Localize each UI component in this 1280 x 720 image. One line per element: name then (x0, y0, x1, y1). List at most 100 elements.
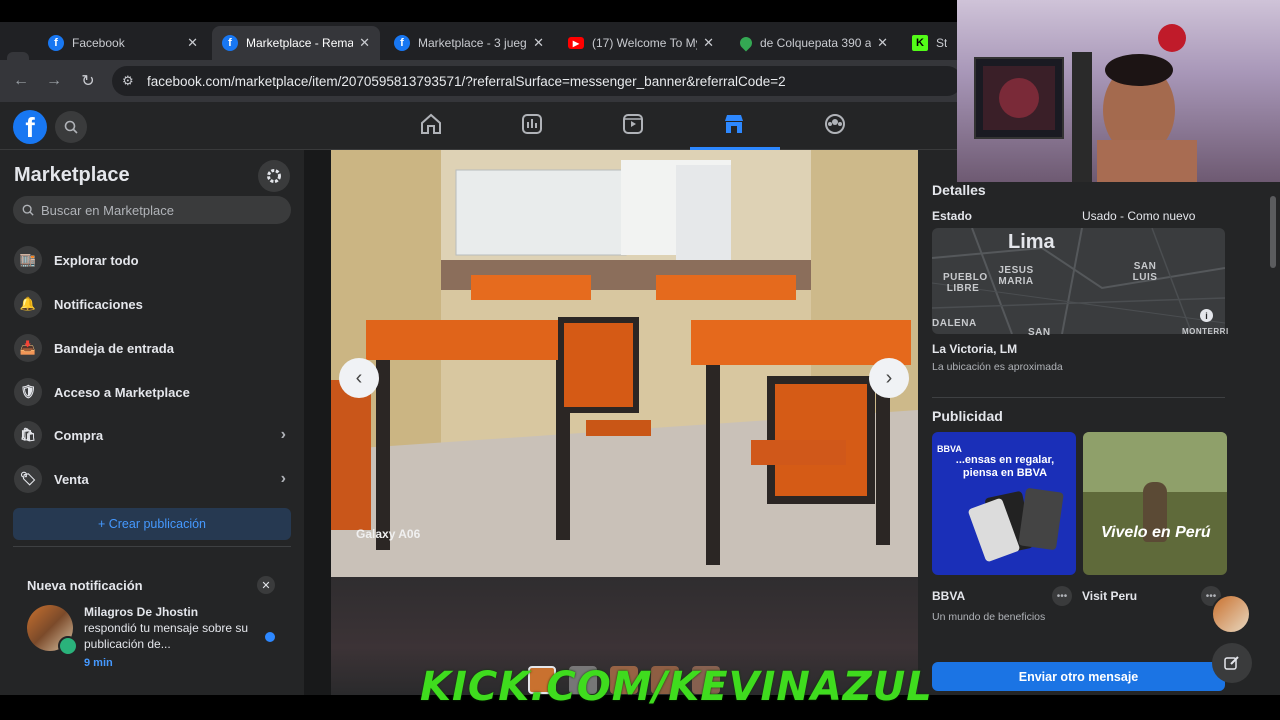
panel-divider (932, 397, 1225, 398)
reels-icon[interactable] (621, 112, 645, 136)
ad-advertiser-name: Visit Peru (1082, 589, 1138, 603)
sidebar-item-compra[interactable]: 🛍 Compra › (8, 415, 296, 455)
facebook-header: f (0, 102, 957, 150)
tab-title: Marketplace - 3 jueg (418, 36, 527, 50)
marketplace-sidebar: Marketplace Buscar en Marketplace 🏬 Expl… (0, 150, 304, 695)
scrollbar-thumb[interactable] (1270, 196, 1276, 268)
listing-photo[interactable] (331, 150, 918, 577)
send-message-button[interactable]: Enviar otro mensaje (932, 662, 1225, 691)
condition-label: Estado (932, 209, 973, 223)
gear-icon[interactable] (258, 160, 290, 192)
ad-advertiser-name: BBVA (932, 589, 966, 603)
maps-pin-icon (737, 34, 755, 52)
close-tab-icon[interactable]: ✕ (703, 35, 714, 51)
notification-popup[interactable]: Nueva notificación ✕ Milagros De Jhostin… (13, 568, 291, 678)
ads-heading: Publicidad (932, 408, 1003, 424)
sidebar-item-label: Explorar todo (54, 252, 139, 268)
marketplace-badge-icon (58, 636, 78, 656)
previous-photo-button[interactable]: ‹ (339, 358, 379, 398)
notification-title: Nueva notificación (27, 578, 143, 593)
storefront-icon: 🏬 (14, 246, 42, 274)
photo-caption: Galaxy A06 (356, 527, 421, 541)
browser-tab-kick[interactable]: K Strea (902, 26, 957, 60)
compose-icon[interactable] (1212, 643, 1252, 683)
info-icon[interactable]: i (1200, 309, 1213, 322)
map-area-label: JESUS MARIA (998, 265, 1034, 287)
condition-value: Usado - Como nuevo (1082, 209, 1196, 223)
ad-card-bbva[interactable]: BBVA ...ensas en regalar, piensa en BBVA (932, 432, 1076, 575)
reload-icon[interactable]: ↻ (77, 70, 99, 92)
forward-arrow-icon[interactable]: → (43, 70, 65, 92)
sidebar-item-venta[interactable]: 🏷 Venta › (8, 459, 296, 499)
notification-time: 9 min (84, 657, 113, 669)
price-tag-icon: 🏷 (14, 465, 42, 493)
browser-tab-strip: ▼ f Facebook ✕ f Marketplace - Remat ✕ f… (0, 22, 957, 74)
home-icon[interactable] (419, 112, 443, 136)
sidebar-item-label: Bandeja de entrada (54, 340, 174, 356)
tab-title: (17) Welcome To My (592, 36, 698, 50)
location-note: La ubicación es aproximada (932, 361, 1063, 373)
marketplace-icon[interactable] (722, 112, 746, 136)
stream-watermark: KICK.COM/KEVINAZUL (420, 664, 933, 710)
inbox-icon: 📥 (14, 334, 42, 362)
bbva-logo-icon: BBVA (937, 444, 962, 454)
ad-headline: Vivelo en Perú (1101, 524, 1211, 541)
sidebar-item-acceso[interactable]: 🛡 Acceso a Marketplace (8, 372, 296, 412)
facebook-icon: f (48, 35, 64, 51)
notification-message: Milagros De Jhostin respondió tu mensaje… (84, 604, 254, 652)
sidebar-item-explorar-todo[interactable]: 🏬 Explorar todo (8, 240, 296, 280)
search-icon (22, 204, 34, 216)
close-tab-icon[interactable]: ✕ (533, 35, 544, 51)
facebook-icon: f (222, 35, 238, 51)
tab-title: Facebook (72, 36, 125, 50)
card-image (1018, 487, 1064, 551)
close-tab-icon[interactable]: ✕ (877, 35, 888, 51)
more-options-icon[interactable]: ••• (1052, 586, 1072, 606)
sidebar-item-label: Notificaciones (54, 296, 143, 312)
shopping-bag-icon: 🛍 (14, 421, 42, 449)
browser-toolbar: ← → ↻ ⚙ facebook.com/marketplace/item/20… (0, 60, 962, 102)
close-tab-icon[interactable]: ✕ (187, 35, 198, 51)
sidebar-item-label: Venta (54, 471, 89, 487)
shield-icon: 🛡 (14, 378, 42, 406)
map-area-label: SAN LUIS (1132, 261, 1158, 283)
next-photo-button[interactable]: › (869, 358, 909, 398)
location-text: La Victoria, LM (932, 342, 1018, 356)
map-area-label: DALENA (932, 318, 977, 329)
tab-title: Strea (936, 36, 947, 50)
site-info-icon[interactable]: ⚙ (122, 73, 138, 89)
close-icon[interactable]: ✕ (257, 576, 275, 594)
sidebar-title: Marketplace (14, 164, 130, 186)
groups-icon[interactable] (823, 112, 847, 136)
sidebar-item-bandeja[interactable]: 📥 Bandeja de entrada (8, 328, 296, 368)
facebook-logo-icon[interactable]: f (13, 110, 47, 144)
browser-tab-facebook[interactable]: f Facebook ✕ (38, 26, 208, 60)
map-area-label: PUEBLO LIBRE (943, 272, 988, 294)
map-area-label: MONTERRI (1182, 327, 1229, 336)
tab-title: Marketplace - Remat (246, 36, 354, 50)
ad-headline: ...ensas en regalar, piensa en BBVA (955, 454, 1055, 479)
browser-tab-marketplace-remate[interactable]: f Marketplace - Remat ✕ (212, 26, 380, 60)
back-arrow-icon[interactable]: ← (10, 70, 32, 92)
sidebar-item-notificaciones[interactable]: 🔔 Notificaciones (8, 284, 296, 324)
chat-head-avatar[interactable] (1211, 594, 1251, 634)
ad-card-visit-peru[interactable]: Vivelo en Perú (1083, 432, 1227, 575)
browser-tab-maps[interactable]: de Colquepata 390 a ✕ (730, 26, 898, 60)
details-heading: Detalles (932, 182, 986, 198)
webcam-overlay (957, 0, 1280, 182)
youtube-icon: ▶ (568, 37, 584, 49)
browser-tab-youtube[interactable]: ▶ (17) Welcome To My ✕ (558, 26, 724, 60)
chevron-right-icon: › (280, 470, 286, 487)
close-tab-icon[interactable]: ✕ (359, 35, 370, 51)
create-listing-button[interactable]: + Crear publicación (13, 508, 291, 540)
map-city-label: Lima (1008, 231, 1055, 253)
sidebar-item-label: Compra (54, 427, 104, 443)
address-bar[interactable]: ⚙ facebook.com/marketplace/item/20705958… (112, 66, 962, 96)
video-icon[interactable] (520, 112, 544, 136)
search-icon[interactable] (55, 111, 87, 143)
browser-tab-marketplace-juegos[interactable]: f Marketplace - 3 jueg ✕ (384, 26, 554, 60)
marketplace-search-input[interactable]: Buscar en Marketplace (13, 196, 291, 224)
kick-icon: K (912, 35, 928, 51)
notification-body: respondió tu mensaje sobre su publicació… (84, 621, 249, 651)
bell-icon: 🔔 (14, 290, 42, 318)
